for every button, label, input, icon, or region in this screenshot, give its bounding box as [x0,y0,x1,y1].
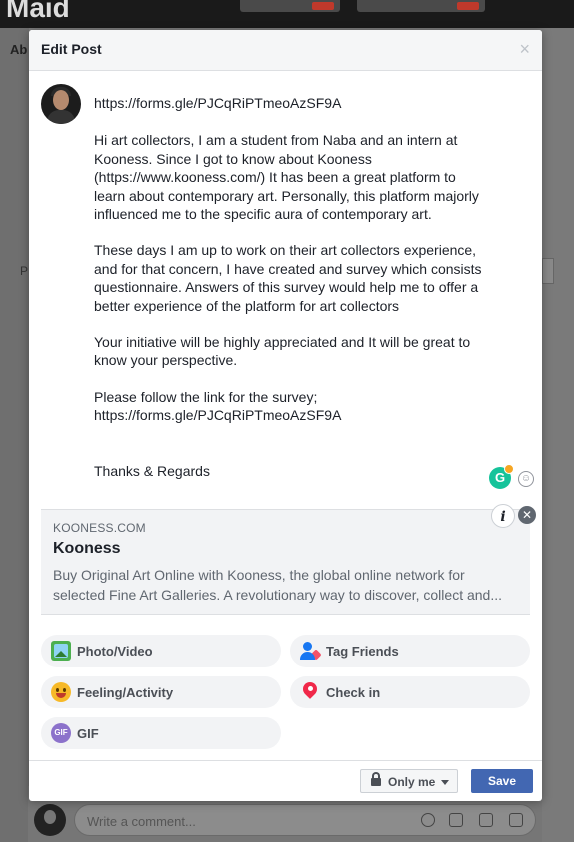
post-paragraph: These days I am up to work on their art … [94,242,482,314]
sticker-icon [509,813,523,827]
feeling-activity-label: Feeling/Activity [77,685,174,700]
privacy-selector[interactable]: Only me [360,769,458,793]
check-in-label: Check in [326,685,381,700]
gif-label: GIF [77,726,99,741]
remove-preview-icon[interactable]: ✕ [518,506,536,524]
close-icon[interactable]: × [519,39,530,60]
tag-friends-icon [300,641,322,661]
link-preview-card[interactable]: KOONESS.COM Kooness Buy Original Art Onl… [41,509,530,615]
grammarly-badge [504,464,514,474]
post-text-editor[interactable]: https://forms.gle/PJCqRiPTmeoAzSF9A Hi a… [94,94,504,480]
background-left-column: Ab P [0,28,29,842]
background-right-box [542,258,554,284]
gif-button[interactable]: GIF GIF [41,717,281,749]
caret-down-icon [441,780,449,785]
gif-icon [479,813,493,827]
avatar [34,804,66,836]
post-sign-off: Thanks & Regards [94,462,210,479]
comment-input: Write a comment... [74,804,536,836]
emoji-icon[interactable]: ☺ [518,471,534,487]
edit-post-dialog: Edit Post × https://forms.gle/PJCqRiPTme… [29,30,542,801]
activity-log-button [357,0,485,12]
comment-placeholder: Write a comment... [87,814,196,829]
check-in-button[interactable]: Check in [290,676,530,708]
about-tab: Ab [10,42,28,57]
author-avatar [41,84,81,124]
camera-icon [449,813,463,827]
dialog-footer: Only me Save [29,760,542,801]
link-preview-description-line: Buy Original Art Online with Kooness, th… [53,567,465,583]
smiley-icon [51,682,71,702]
link-preview-title: Kooness [53,540,121,557]
link-preview-description-line: selected Fine Art Galleries. A revolutio… [53,587,502,603]
profile-header-bar: Maid [0,0,574,28]
photo-icon [51,641,71,661]
post-link-line: https://forms.gle/PJCqRiPTmeoAzSF9A [94,95,342,111]
privacy-label: Only me [388,775,436,789]
lock-icon [371,772,381,786]
post-paragraph: Your initiative will be highly appreciat… [94,334,471,369]
background-letter: P [20,264,29,278]
dialog-header: Edit Post × [29,30,542,71]
tag-friends-label: Tag Friends [326,644,399,659]
info-icon[interactable]: i [491,504,515,528]
gif-icon: GIF [51,723,71,743]
post-paragraph: Please follow the link for the survey; h… [94,388,342,424]
save-button[interactable]: Save [471,769,533,793]
dialog-title: Edit Post [41,41,102,57]
link-preview-description: Buy Original Art Online with Kooness, th… [53,565,519,605]
feeling-activity-button[interactable]: Feeling/Activity [41,676,281,708]
update-info-button [240,0,340,12]
profile-name: Maid [6,0,70,23]
location-pin-icon [300,682,320,702]
photo-video-label: Photo/Video [77,644,153,659]
link-preview-domain: KOONESS.COM [53,521,146,535]
post-paragraph: Hi art collectors, I am a student from N… [94,132,479,223]
tag-friends-button[interactable]: Tag Friends [290,635,530,667]
emoji-icon [421,813,435,827]
photo-video-button[interactable]: Photo/Video [41,635,281,667]
